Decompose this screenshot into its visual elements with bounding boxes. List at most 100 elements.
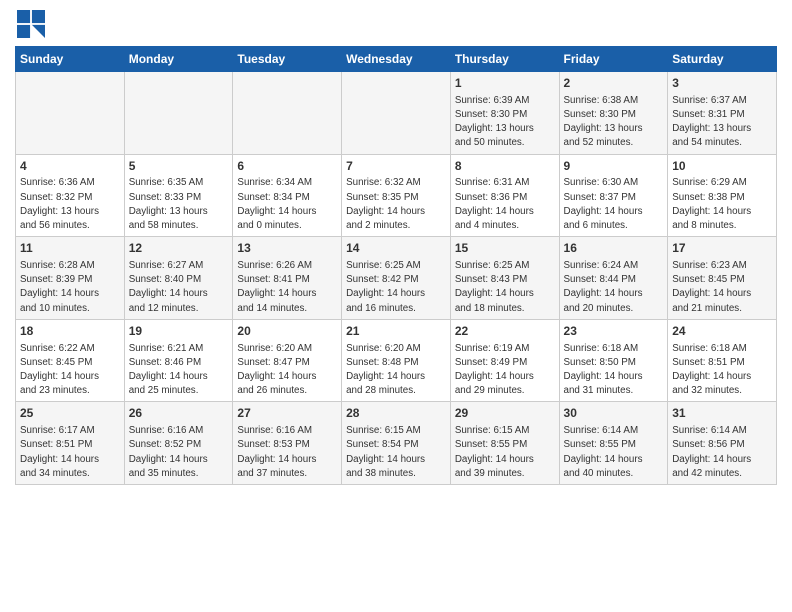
day-info-line: Sunset: 8:40 PM: [129, 274, 201, 285]
day-info-line: Daylight: 14 hours: [346, 206, 425, 217]
day-info-line: Sunrise: 6:15 AM: [455, 425, 530, 436]
calendar-cell: 30Sunrise: 6:14 AMSunset: 8:55 PMDayligh…: [559, 402, 668, 485]
day-info-line: Sunset: 8:41 PM: [237, 274, 309, 285]
day-info-line: Sunrise: 6:31 AM: [455, 177, 530, 188]
day-info-line: Sunset: 8:54 PM: [346, 439, 418, 450]
day-info-line: and 28 minutes.: [346, 385, 416, 396]
day-info: Sunrise: 6:14 AMSunset: 8:56 PMDaylight:…: [672, 424, 772, 481]
day-info-line: and 26 minutes.: [237, 385, 307, 396]
calendar-cell: 4Sunrise: 6:36 AMSunset: 8:32 PMDaylight…: [16, 154, 125, 237]
day-info-line: Sunrise: 6:30 AM: [564, 177, 639, 188]
day-info-line: Daylight: 14 hours: [237, 288, 316, 299]
day-number: 3: [672, 75, 772, 92]
calendar-cell: 20 Sunrise: 6:20 AM Sunset: 8:47 PM Dayligh…: [233, 319, 342, 402]
day-number: 29: [455, 405, 555, 422]
day-info: Sunrise: 6:22 AMSunset: 8:45 PMDaylight:…: [20, 342, 120, 399]
day-number: 20: [237, 323, 337, 340]
day-info-line: Daylight: 14 hours: [455, 371, 534, 382]
day-info: Sunrise: 6:23 AMSunset: 8:45 PMDaylight:…: [672, 259, 772, 316]
day-info-line: and 58 minutes.: [129, 220, 199, 231]
day-info-line: Sunrise: 6:15 AM: [346, 425, 421, 436]
page: SundayMondayTuesdayWednesdayThursdayFrid…: [0, 0, 792, 612]
day-info-line: Daylight: 14 hours: [672, 206, 751, 217]
day-info-line: Sunset: 8:47 PM: [237, 357, 309, 368]
calendar-cell: 15Sunrise: 6:25 AMSunset: 8:43 PMDayligh…: [450, 237, 559, 320]
day-number: 6: [237, 158, 337, 175]
day-info-line: Sunrise: 6:36 AM: [20, 177, 95, 188]
day-info-line: and 16 minutes.: [346, 303, 416, 314]
day-info: Sunrise: 6:14 AMSunset: 8:55 PMDaylight:…: [564, 424, 664, 481]
day-info-line: and 0 minutes.: [237, 220, 301, 231]
day-number: 19: [129, 323, 229, 340]
calendar-cell: [342, 72, 451, 155]
day-info: Sunrise: 6:30 AMSunset: 8:37 PMDaylight:…: [564, 176, 664, 233]
day-info-line: Sunrise: 6:20 AM: [237, 343, 312, 354]
day-info-line: and 20 minutes.: [564, 303, 634, 314]
day-info: Sunrise: 6:32 AMSunset: 8:35 PMDaylight:…: [346, 176, 446, 233]
day-info-line: and 39 minutes.: [455, 468, 525, 479]
day-info: Sunrise: 6:29 AMSunset: 8:38 PMDaylight:…: [672, 176, 772, 233]
day-info-line: Sunrise: 6:17 AM: [20, 425, 95, 436]
day-info-line: Sunrise: 6:16 AM: [237, 425, 312, 436]
calendar-cell: 23Sunrise: 6:18 AMSunset: 8:50 PMDayligh…: [559, 319, 668, 402]
calendar-cell: 28Sunrise: 6:15 AMSunset: 8:54 PMDayligh…: [342, 402, 451, 485]
calendar-cell: 19 Sunrise: 6:21 AMSunset: 8:46 PMDayligh…: [124, 319, 233, 402]
day-info-line: Sunset: 8:42 PM: [346, 274, 418, 285]
day-info-line: Daylight: 14 hours: [346, 288, 425, 299]
calendar-cell: 12Sunrise: 6:27 AMSunset: 8:40 PMDayligh…: [124, 237, 233, 320]
day-info: Sunrise: 6:18 AMSunset: 8:51 PMDaylight:…: [672, 342, 772, 399]
day-info: Sunrise: 6:17 AMSunset: 8:51 PMDaylight:…: [20, 424, 120, 481]
day-info-line: Sunset: 8:55 PM: [564, 439, 636, 450]
day-info-line: Sunset: 8:51 PM: [20, 439, 92, 450]
day-number: 31: [672, 405, 772, 422]
day-info-line: and 23 minutes.: [20, 385, 90, 396]
day-info-line: Sunset: 8:52 PM: [129, 439, 201, 450]
day-info: Sunrise: 6:16 AMSunset: 8:53 PMDaylight:…: [237, 424, 337, 481]
day-info: Sunrise: 6:21 AMSunset: 8:46 PMDaylight:…: [129, 342, 229, 399]
day-of-week-header: Saturday: [668, 47, 777, 72]
day-info-line: Sunrise: 6:28 AM: [20, 260, 95, 271]
calendar-table: SundayMondayTuesdayWednesdayThursdayFrid…: [15, 46, 777, 485]
day-info-line: Daylight: 14 hours: [455, 288, 534, 299]
day-info-line: Sunset: 8:37 PM: [564, 192, 636, 203]
day-number: 26: [129, 405, 229, 422]
calendar-cell: 5Sunrise: 6:35 AMSunset: 8:33 PMDaylight…: [124, 154, 233, 237]
day-info-line: Daylight: 13 hours: [20, 206, 99, 217]
day-info: Sunrise: 6:36 AMSunset: 8:32 PMDaylight:…: [20, 176, 120, 233]
day-info-line: Sunset: 8:33 PM: [129, 192, 201, 203]
day-info-line: Daylight: 14 hours: [129, 371, 208, 382]
calendar-cell: 9Sunrise: 6:30 AMSunset: 8:37 PMDaylight…: [559, 154, 668, 237]
day-info-line: Sunset: 8:44 PM: [564, 274, 636, 285]
day-of-week-header: Sunday: [16, 47, 125, 72]
day-info: Sunrise: 6:26 AM Sunset: 8:41 PM Daylight:…: [237, 259, 337, 316]
day-info-line: Daylight: 14 hours: [129, 288, 208, 299]
day-info-line: Daylight: 14 hours: [237, 206, 316, 217]
day-info-line: Sunset: 8:50 PM: [564, 357, 636, 368]
calendar-cell: 8Sunrise: 6:31 AMSunset: 8:36 PMDaylight…: [450, 154, 559, 237]
day-info-line: and 14 minutes.: [237, 303, 307, 314]
calendar-week-row: 4Sunrise: 6:36 AMSunset: 8:32 PMDaylight…: [16, 154, 777, 237]
day-info-line: and 29 minutes.: [455, 385, 525, 396]
day-info-line: Sunset: 8:45 PM: [672, 274, 744, 285]
day-info-line: Sunset: 8:49 PM: [455, 357, 527, 368]
day-info-line: Sunrise: 6:27 AM: [129, 260, 204, 271]
calendar-cell: 3Sunrise: 6:37 AMSunset: 8:31 PMDaylight…: [668, 72, 777, 155]
day-info-line: Daylight: 14 hours: [20, 288, 99, 299]
day-number: 21: [346, 323, 446, 340]
day-info-line: Daylight: 14 hours: [237, 371, 316, 382]
day-info-line: Sunset: 8:43 PM: [455, 274, 527, 285]
day-info-line: Sunset: 8:48 PM: [346, 357, 418, 368]
day-info-line: Daylight: 13 hours: [672, 123, 751, 134]
day-number: 18: [20, 323, 120, 340]
day-info-line: and 2 minutes.: [346, 220, 410, 231]
day-info-line: and 52 minutes.: [564, 137, 634, 148]
day-info-line: Sunset: 8:39 PM: [20, 274, 92, 285]
day-info-line: Daylight: 14 hours: [672, 288, 751, 299]
day-number: 15: [455, 240, 555, 257]
day-info-line: and 10 minutes.: [20, 303, 90, 314]
day-info-line: Sunset: 8:38 PM: [672, 192, 744, 203]
day-info-line: Sunrise: 6:26 AM: [237, 260, 312, 271]
day-info-line: Daylight: 14 hours: [672, 454, 751, 465]
calendar-week-row: 11Sunrise: 6:28 AMSunset: 8:39 PMDayligh…: [16, 237, 777, 320]
day-info-line: and 54 minutes.: [672, 137, 742, 148]
